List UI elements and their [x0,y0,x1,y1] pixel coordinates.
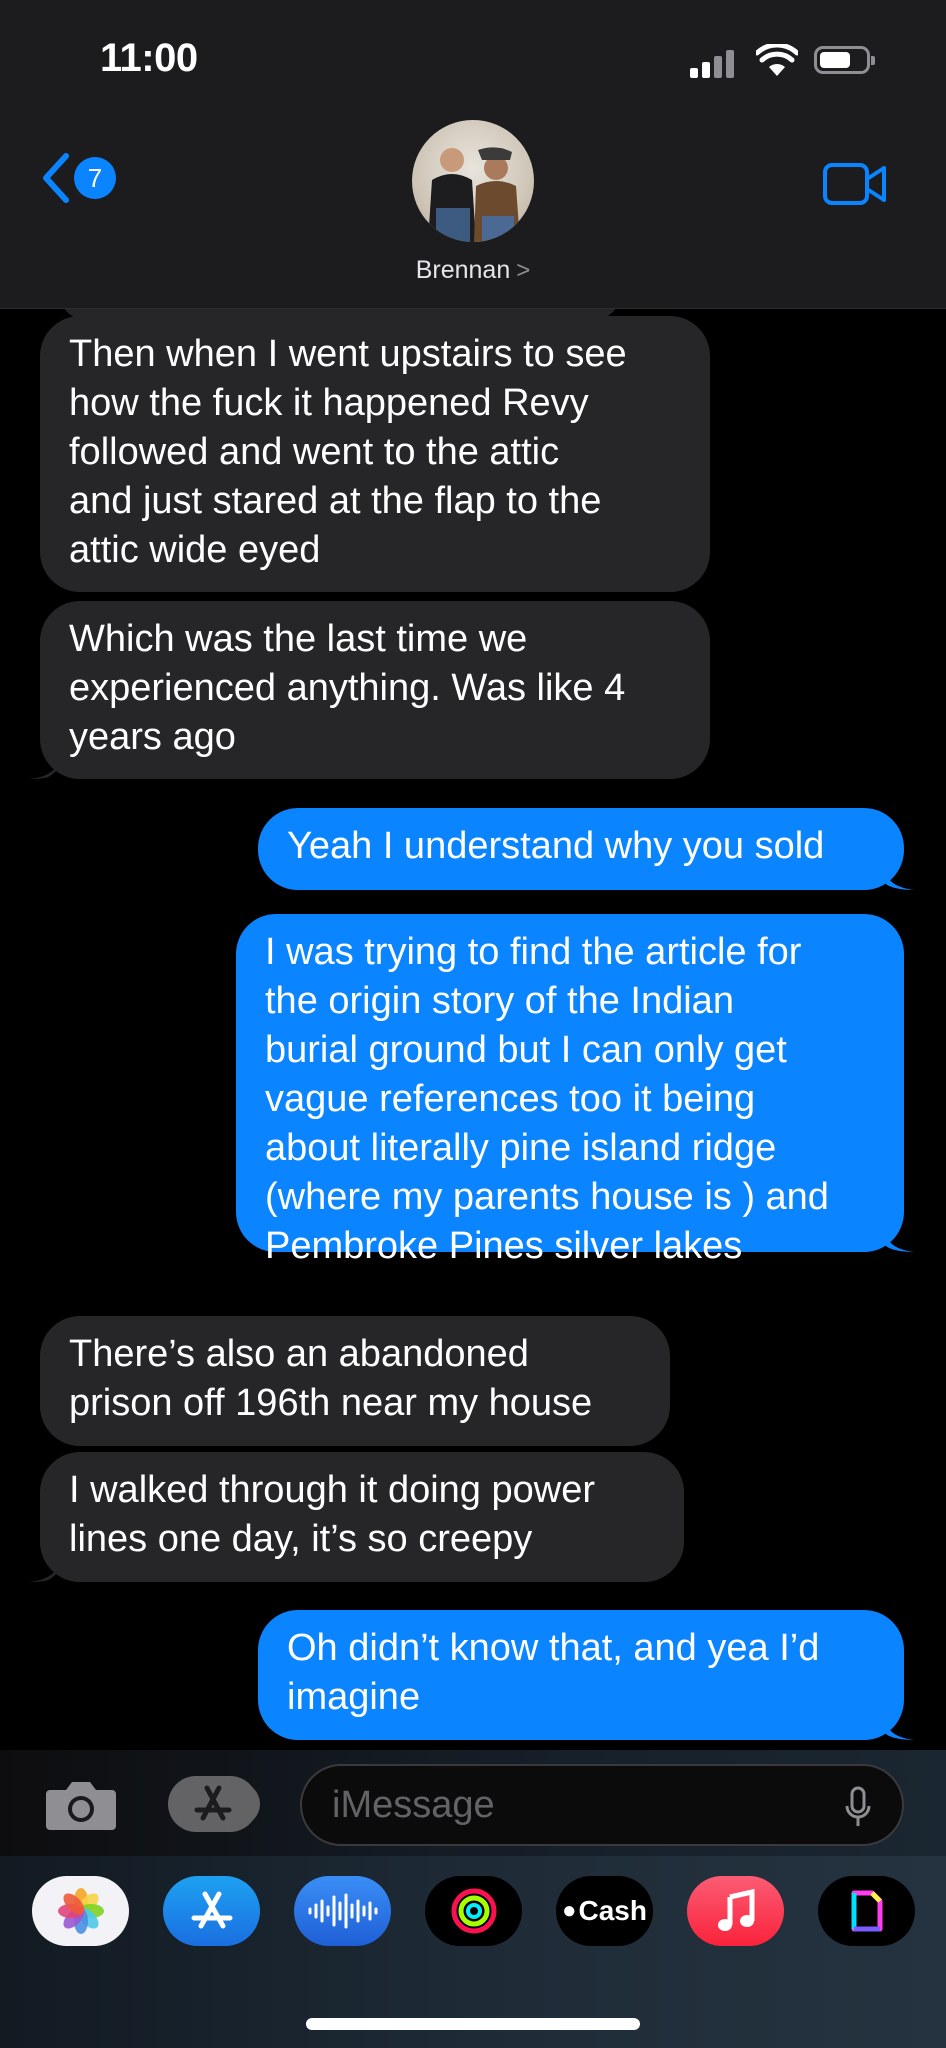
apple-logo-icon: ● [562,1897,577,1924]
message-bubble-received[interactable]: Then when I went upstairs to see how the… [40,316,710,592]
message-bubble-sent[interactable]: Yeah I understand why you sold [258,808,904,890]
gif-app-button[interactable] [818,1876,915,1946]
wifi-icon [756,44,798,76]
message-bubble-received[interactable]: Which was the last time we experienced a… [40,601,710,779]
audio-message-icon [308,1893,377,1929]
battery-icon [814,46,875,74]
app-store-icon [191,1891,232,1929]
message-bubble-sent[interactable]: Oh didn’t know that, and yea I’d imagine [258,1610,904,1740]
message-bubble-received[interactable]: There’s also an abandoned prison off 196… [40,1316,670,1446]
audio-message-app-button[interactable] [294,1876,391,1946]
message-bubble-received[interactable]: I walked through it doing power lines on… [40,1452,684,1582]
message-input[interactable]: iMessage [300,1764,904,1846]
camera-icon[interactable] [44,1776,118,1832]
activity-app-button[interactable] [425,1876,522,1946]
avatar[interactable] [412,120,534,242]
message-thread[interactable]: Then when I went upstairs to see how the… [0,308,946,1750]
conversation-header: 11:00 7 Brennan > [0,0,946,309]
chevron-left-icon [43,153,69,203]
microphone-icon[interactable] [844,1786,872,1828]
music-icon [717,1889,754,1931]
gif-app-icon [851,1890,882,1932]
status-time: 11:00 [100,36,198,80]
chevron-right-icon: > [516,257,531,284]
avatar-photo [428,147,520,242]
photos-app-button[interactable] [32,1876,129,1946]
message-input-placeholder: iMessage [332,1784,495,1826]
photos-icon [57,1888,104,1934]
apple-cash-label: Cash [578,1895,647,1926]
imessage-app-drawer: ● Cash [0,1856,946,2048]
composer-bar: iMessage [0,1750,946,1856]
message-bubble-sent[interactable]: I was trying to find the article for the… [236,914,904,1267]
home-indicator[interactable] [306,2018,640,2030]
facetime-video-icon[interactable] [822,162,888,206]
unread-count-badge: 7 [74,157,116,199]
activity-icon [451,1888,496,1934]
contact-name-label: Brennan [415,256,511,284]
app-store-app-button[interactable] [163,1876,260,1946]
contact-name[interactable]: Brennan > [0,256,946,285]
apps-button[interactable] [168,1776,260,1832]
cellular-signal-icon [690,50,734,78]
music-app-button[interactable] [687,1876,784,1946]
apple-cash-app-button[interactable]: ● Cash [556,1876,653,1946]
back-button[interactable]: 7 [40,152,116,204]
app-store-icon [194,1785,232,1821]
